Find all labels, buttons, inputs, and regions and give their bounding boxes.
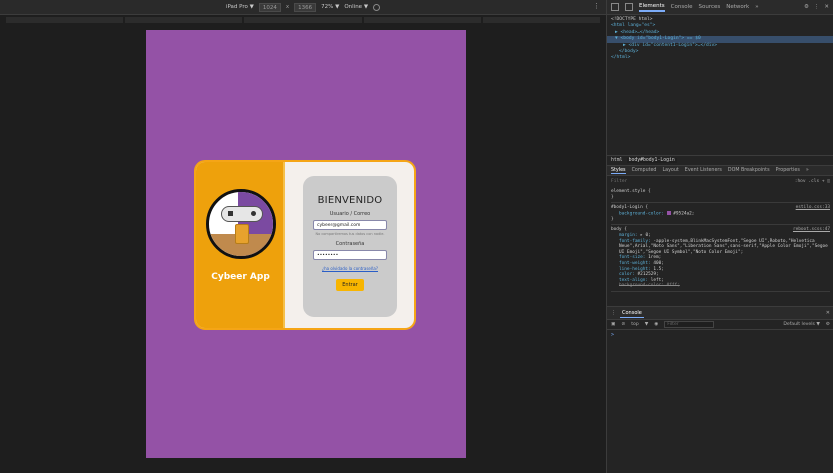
console-filter-input[interactable]: Filter	[664, 321, 715, 328]
drawer-close-icon[interactable]: ✕	[826, 310, 830, 316]
submit-button[interactable]: Entrar	[336, 279, 364, 291]
email-label: Usuario / Correo	[329, 211, 371, 217]
devtools-panel: Elements Console Sources Network » ⚙ ⋮ ✕…	[606, 0, 833, 473]
more-tabs-icon[interactable]: »	[755, 4, 758, 10]
password-input[interactable]: ••••••••	[313, 250, 387, 260]
sidebar-toggle-icon[interactable]: ▣	[611, 322, 615, 327]
zoom-select[interactable]: 72% ▼	[321, 4, 339, 10]
form-title: BIENVENIDO	[317, 195, 383, 206]
media-query-bar[interactable]	[0, 15, 606, 25]
drawer-menu-icon[interactable]: ⋮	[611, 310, 616, 316]
elements-tree: <!DOCTYPE html> <html lang="es"> ▶ <head…	[607, 15, 833, 64]
styles-pane: element.style { } #body1-Login { estilo.…	[607, 187, 833, 292]
breadcrumb-html[interactable]: html	[611, 158, 623, 163]
log-levels-select[interactable]: Default levels ▼	[783, 322, 820, 327]
breadcrumb: html body#body1-Login	[607, 155, 833, 165]
page-viewport: Cybeer App BIENVENIDO Usuario / Correo c…	[146, 30, 466, 458]
close-icon[interactable]: ✕	[824, 4, 829, 10]
html-close-node: </html>	[611, 55, 631, 61]
rule-source-link[interactable]: reboot.scss:47	[793, 227, 830, 233]
tab-properties[interactable]: Properties	[776, 168, 800, 173]
app-name: Cybeer App	[211, 272, 270, 282]
tab-elements[interactable]: Elements	[639, 3, 665, 12]
tab-network[interactable]: Network	[726, 4, 749, 10]
tab-sources[interactable]: Sources	[698, 4, 720, 10]
clear-console-icon[interactable]: ⊘	[621, 322, 625, 327]
tab-console[interactable]: Console	[671, 4, 693, 10]
element-style-rule[interactable]: element.style { }	[611, 187, 830, 204]
devtools-tabs: Elements Console Sources Network » ⚙ ⋮ ✕	[607, 0, 833, 15]
form-panel: BIENVENIDO Usuario / Correo cybeer@gmail…	[285, 162, 414, 328]
beer-icon	[235, 224, 249, 244]
throttle-select[interactable]: Online ▼	[344, 4, 368, 10]
styles-filter[interactable]: Filter :hov .cls + ◫	[607, 177, 833, 186]
gear-icon[interactable]: ⚙	[804, 4, 809, 10]
email-input[interactable]: cybeer@gmail.com	[313, 220, 387, 230]
forgot-password-link[interactable]: ¿ha olvidado la contraseña?	[303, 266, 397, 271]
device-emulation-area: iPad Pro ▼ 1024 x 1366 72% ▼ Online ▼ ⋮	[0, 0, 606, 473]
device-select[interactable]: iPad Pro ▼	[226, 4, 254, 10]
more-options-icon[interactable]: ⋮	[593, 2, 600, 10]
login-card: Cybeer App BIENVENIDO Usuario / Correo c…	[194, 160, 416, 330]
tab-computed[interactable]: Computed	[632, 168, 657, 173]
drawer-tab-console[interactable]: Console	[620, 309, 644, 318]
tab-event-listeners[interactable]: Event Listeners	[685, 168, 722, 173]
context-dropdown-icon[interactable]: ▼	[645, 322, 649, 327]
device-toggle-icon[interactable]	[625, 3, 633, 11]
styles-filter-input[interactable]: Filter	[611, 179, 627, 184]
dimension-separator: x	[285, 4, 290, 10]
body-id-rule[interactable]: #body1-Login { estilo.css:33 background-…	[611, 203, 830, 226]
console-toolbar: ▣ ⊘ top ▼ ◉ Filter Default levels ▼ ⚙	[607, 319, 833, 330]
styles-tabs: Styles Computed Layout Event Listeners D…	[607, 165, 833, 176]
console-prompt[interactable]: >	[607, 330, 833, 340]
rotate-icon[interactable]	[373, 3, 381, 11]
styles-filter-tools[interactable]: :hov .cls + ◫	[795, 179, 830, 184]
body-rule[interactable]: body { reboot.scss:47 margin: ▸ 0; font-…	[611, 225, 830, 292]
logo-image	[206, 189, 276, 259]
console-drawer: ⋮ Console ✕ ▣ ⊘ top ▼ ◉ Filter Default l…	[607, 306, 833, 473]
login-form: BIENVENIDO Usuario / Correo cybeer@gmail…	[303, 176, 397, 317]
console-settings-icon[interactable]: ⚙	[826, 322, 830, 327]
device-toolbar: iPad Pro ▼ 1024 x 1366 72% ▼ Online ▼ ⋮	[0, 0, 606, 15]
tab-styles[interactable]: Styles	[611, 168, 626, 174]
tab-dom-breakpoints[interactable]: DOM Breakpoints	[728, 168, 770, 173]
rule-source-link[interactable]: estilo.css:33	[796, 205, 830, 211]
more-style-tabs-icon[interactable]: »	[806, 168, 809, 173]
drawer-header: ⋮ Console ✕	[607, 307, 833, 319]
brand-panel: Cybeer App	[196, 162, 285, 328]
eye-icon[interactable]: ◉	[654, 322, 658, 327]
breadcrumb-body[interactable]: body#body1-Login	[626, 158, 677, 163]
tab-layout[interactable]: Layout	[662, 168, 678, 173]
width-input[interactable]: 1024	[258, 2, 281, 12]
color-swatch[interactable]	[666, 210, 671, 215]
height-input[interactable]: 1366	[294, 2, 317, 12]
inspect-icon[interactable]	[611, 3, 619, 11]
password-label: Contraseña	[335, 241, 365, 247]
screen: iPad Pro ▼ 1024 x 1366 72% ▼ Online ▼ ⋮	[0, 0, 833, 473]
email-help-text: No compartiremos tus datos con nadie.	[315, 232, 385, 236]
kebab-menu-icon[interactable]: ⋮	[814, 4, 820, 10]
context-select[interactable]: top	[631, 322, 639, 327]
game-controller-icon	[221, 206, 263, 222]
